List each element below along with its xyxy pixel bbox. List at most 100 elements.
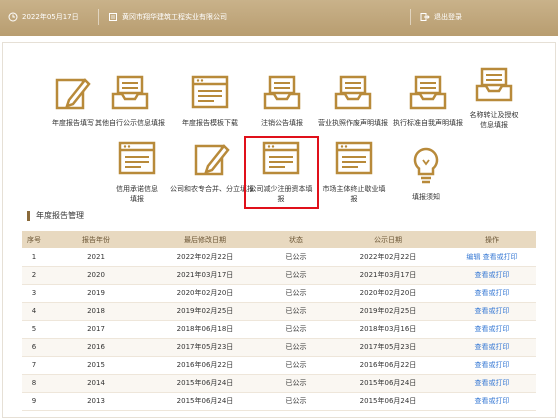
table-row: 2 2020 2021年03月17日 已公示 2021年03月17日 查看或打印 [22, 266, 536, 284]
row-actions: 查看或打印 [448, 338, 536, 356]
table-cell: 2015年06月24日 [359, 379, 417, 387]
table-cell: 2016 [87, 343, 105, 351]
document-window-icon [118, 141, 156, 175]
table-cell: 3 [31, 289, 37, 297]
table-cell: 已公示 [285, 343, 307, 351]
header-index: 序号 [27, 235, 41, 244]
tile-label: 执行标准自我声明填报 [393, 119, 463, 127]
row-action-link[interactable]: 编辑 查看或打印 [466, 253, 517, 261]
tile-label: 名称转让及授权信息填报 [469, 111, 519, 129]
table-cell: 2021年03月17日 [176, 271, 234, 279]
tile-name-transfer[interactable]: 名称转让及授权信息填报 [454, 66, 534, 130]
inbox-tray-icon [263, 75, 301, 110]
table-cell: 9 [31, 397, 37, 405]
row-actions: 编辑 查看或打印 [448, 248, 536, 266]
table-cell: 已公示 [285, 307, 307, 315]
row-action-link[interactable]: 查看或打印 [475, 397, 510, 405]
table-cell: 2018年03月16日 [359, 325, 417, 333]
header-published: 公示日期 [374, 235, 402, 244]
divider [410, 9, 411, 25]
table-row: 1 2021 2022年02月22日 已公示 2022年02月22日 编辑 查看或打印 [22, 248, 536, 266]
table-cell: 5 [31, 325, 37, 333]
table-body: 1 2021 2022年02月22日 已公示 2022年02月22日 编辑 查看或打印 2 2… [22, 248, 536, 410]
annual-report-table: 序号 报告年份 最后修改日期 状态 公示日期 操作 1 2021 2022年02月2… [22, 231, 536, 411]
row-action-link[interactable]: 查看或打印 [475, 379, 510, 387]
row-actions: 查看或打印 [448, 392, 536, 410]
table-row: 5 2017 2018年06月18日 已公示 2018年03月16日 查看或打印 [22, 320, 536, 338]
row-action-link[interactable]: 查看或打印 [475, 343, 510, 351]
table-row: 8 2014 2015年06月24日 已公示 2015年06月24日 查看或打印 [22, 374, 536, 392]
tile-label: 营业执照作废声明填报 [318, 119, 388, 127]
table-cell: 2014 [87, 379, 105, 387]
row-action-link[interactable]: 查看或打印 [475, 289, 510, 297]
table-cell: 2015年06月24日 [176, 379, 234, 387]
table-cell: 2019年02月25日 [359, 307, 417, 315]
section-marker [27, 210, 30, 221]
row-actions: 查看或打印 [448, 302, 536, 320]
table-cell: 已公示 [285, 289, 307, 297]
company-name: 黄冈市翔华建筑工程实业有限公司 [122, 13, 227, 21]
table-row: 6 2016 2017年05月23日 已公示 2017年05月23日 查看或打印 [22, 338, 536, 356]
table-cell: 1 [31, 252, 37, 261]
table-cell: 2016年06月22日 [359, 361, 417, 369]
top-bar: 2022年05月17日 黄冈市翔华建筑工程实业有限公司 退出登录 [0, 0, 558, 36]
table-cell: 8 [31, 379, 37, 387]
row-actions: 查看或打印 [448, 320, 536, 338]
table-cell: 2 [31, 271, 37, 279]
table-cell: 4 [31, 307, 37, 315]
tile-label: 其他自行公示信息填报 [95, 119, 165, 127]
logout-button[interactable]: 退出登录 [420, 12, 462, 22]
section-title-text: 年度报告管理 [36, 211, 84, 220]
row-actions: 查看或打印 [448, 284, 536, 302]
divider [98, 9, 99, 25]
pencil-form-icon [194, 144, 230, 176]
table-cell: 2017年05月23日 [359, 343, 417, 351]
tile-label: 信用承诺信息填报 [116, 185, 158, 203]
table-header-row: 序号 报告年份 最后修改日期 状态 公示日期 操作 [22, 231, 536, 248]
table-row: 3 2019 2020年02月20日 已公示 2020年02月20日 查看或打印 [22, 284, 536, 302]
row-action-link[interactable]: 查看或打印 [475, 325, 510, 333]
table-cell: 已公示 [285, 252, 307, 261]
tile-label: 年度报告模板下载 [182, 119, 238, 127]
table-cell: 2019年02月25日 [176, 307, 234, 315]
tile-label: 注销公告填报 [261, 119, 303, 127]
table-cell: 2013 [87, 397, 105, 405]
table-row: 4 2018 2019年02月25日 已公示 2019年02月25日 查看或打印 [22, 302, 536, 320]
inbox-tray-icon [111, 75, 149, 110]
table-cell: 已公示 [285, 379, 307, 387]
table-cell: 2020年02月20日 [359, 289, 417, 297]
header-modified: 最后修改日期 [184, 235, 226, 244]
tile-other-disclosure[interactable]: 其他自行公示信息填报 [84, 74, 176, 128]
table-cell: 2015年06月24日 [176, 397, 234, 405]
row-actions: 查看或打印 [448, 356, 536, 374]
header-year: 报告年份 [82, 235, 110, 244]
document-window-icon [335, 141, 373, 175]
table-cell: 2017 [87, 325, 105, 333]
building-icon [109, 13, 117, 21]
table-cell: 2015年06月24日 [359, 397, 417, 405]
tile-label: 填报须知 [412, 193, 440, 201]
logout-label: 退出登录 [434, 13, 462, 21]
date-display: 2022年05月17日 [8, 12, 79, 22]
logout-icon [420, 13, 430, 21]
selection-highlight [244, 136, 319, 209]
document-window-icon [191, 75, 229, 109]
table-cell: 2019 [87, 289, 105, 297]
row-action-link[interactable]: 查看或打印 [475, 361, 510, 369]
tile-filing-notice[interactable]: 填报须知 [384, 146, 468, 202]
table-row: 7 2015 2016年06月22日 已公示 2016年06月22日 查看或打印 [22, 356, 536, 374]
table-row: 9 2013 2015年06月24日 已公示 2015年06月24日 查看或打印 [22, 392, 536, 410]
table-cell: 2016年06月22日 [176, 361, 234, 369]
table-cell: 2022年02月22日 [176, 252, 234, 261]
row-action-link[interactable]: 查看或打印 [475, 307, 510, 315]
date-text: 2022年05月17日 [22, 13, 79, 21]
clock-icon [8, 12, 18, 22]
table-cell: 2018 [87, 307, 105, 315]
header-actions: 操作 [485, 235, 499, 244]
company-display: 黄冈市翔华建筑工程实业有限公司 [108, 12, 227, 22]
row-actions: 查看或打印 [448, 266, 536, 284]
table-cell: 7 [31, 361, 37, 369]
row-action-link[interactable]: 查看或打印 [475, 271, 510, 279]
table-cell: 2020年02月20日 [176, 289, 234, 297]
table-cell: 2020 [87, 271, 105, 279]
